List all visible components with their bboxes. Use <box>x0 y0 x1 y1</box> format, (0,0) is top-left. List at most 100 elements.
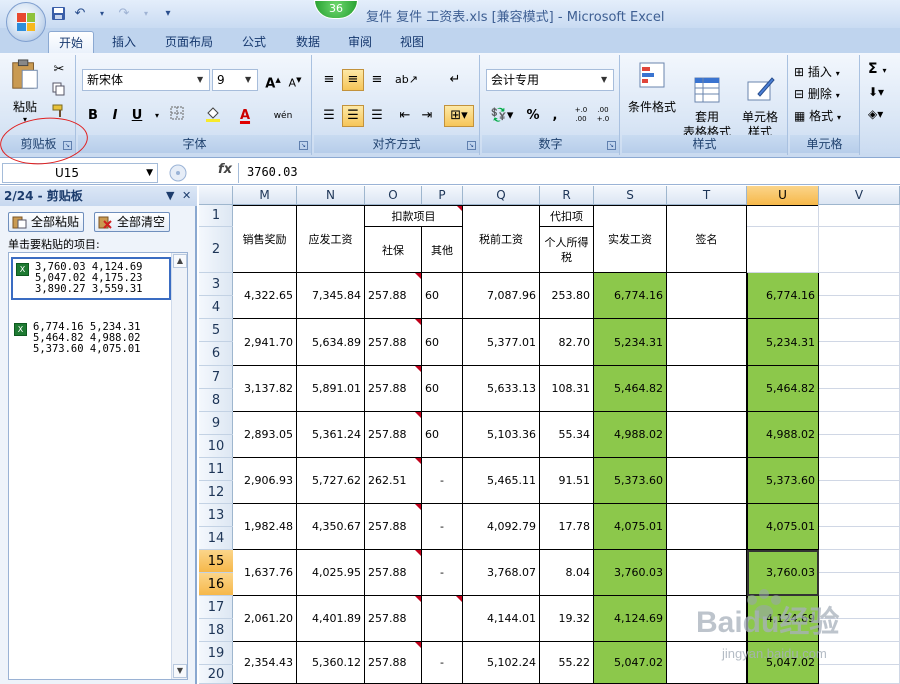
column-header-q[interactable]: Q <box>463 186 540 205</box>
comma-button[interactable]: , <box>544 105 566 127</box>
row-header-11[interactable]: 11 <box>199 458 233 481</box>
cell-pretax-pay[interactable]: 4,144.01 <box>463 596 540 642</box>
font-color-button[interactable]: A <box>234 105 256 127</box>
redo-icon[interactable]: ↷ <box>116 5 132 21</box>
clear-icon[interactable]: ◈▾ <box>868 107 883 121</box>
cell-pretax-pay[interactable]: 5,102.24 <box>463 642 540 684</box>
align-center-icon[interactable]: ☰ <box>342 105 364 127</box>
row-header-16[interactable]: 16 <box>199 573 233 596</box>
cell-pretax-pay[interactable]: 5,377.01 <box>463 319 540 366</box>
increase-indent-icon[interactable]: ⇥ <box>416 105 438 127</box>
row-header-17[interactable]: 17 <box>199 596 233 619</box>
cell-net-pay[interactable]: 4,988.02 <box>594 412 667 458</box>
cell-other[interactable]: 60 <box>422 319 463 366</box>
percent-button[interactable]: % <box>522 105 544 127</box>
grow-font-button[interactable]: A▲ <box>262 69 284 91</box>
row-header-20[interactable]: 20 <box>199 665 233 684</box>
header-social-security[interactable]: 社保 <box>365 227 422 273</box>
cell-signature[interactable] <box>667 642 747 684</box>
fill-color-icon[interactable] <box>202 105 224 127</box>
row-header-4[interactable]: 4 <box>199 296 233 319</box>
italic-button[interactable]: I <box>104 105 126 127</box>
cell-other[interactable]: 60 <box>422 273 463 319</box>
align-middle-icon[interactable]: ≡ <box>342 69 364 91</box>
increase-decimal-button[interactable]: +.0 .00 <box>570 105 592 127</box>
cell-pretax-pay[interactable]: 4,092.79 <box>463 504 540 550</box>
number-format-select[interactable]: 会计专用 ▼ <box>486 69 614 91</box>
cell-u-copy[interactable]: 5,047.02 <box>747 642 819 684</box>
shrink-font-button[interactable]: A▼ <box>284 69 306 91</box>
clipboard-item[interactable]: X 6,774.16 5,234.31 5,464.82 4,988.02 5,… <box>11 319 171 358</box>
cell-income-tax[interactable]: 55.34 <box>540 412 594 458</box>
row-header-12[interactable]: 12 <box>199 481 233 504</box>
undo-icon[interactable]: ↶ <box>72 5 88 21</box>
clipboard-item[interactable]: X 3,760.03 4,124.69 5,047.02 4,175.23 3,… <box>11 257 171 300</box>
row-header-3[interactable]: 3 <box>199 273 233 296</box>
column-header-t[interactable]: T <box>667 186 747 205</box>
cell-signature[interactable] <box>667 412 747 458</box>
wrap-text-icon[interactable]: ↵ <box>444 69 466 91</box>
scroll-down-icon[interactable]: ▼ <box>173 664 187 678</box>
copy-icon[interactable] <box>48 81 70 103</box>
cell-income-tax[interactable]: 17.78 <box>540 504 594 550</box>
tab-view[interactable]: 视图 <box>388 31 436 53</box>
cell-gross-pay[interactable]: 5,891.01 <box>297 366 365 412</box>
bold-button[interactable]: B <box>82 105 104 127</box>
header-gross-pay[interactable]: 应发工资 <box>297 205 365 273</box>
header-sales-bonus[interactable]: 销售奖励 <box>233 205 297 273</box>
cell-income-tax[interactable]: 108.31 <box>540 366 594 412</box>
cell-sales-bonus[interactable]: 2,906.93 <box>233 458 297 504</box>
font-launcher-icon[interactable]: ↘ <box>299 141 308 150</box>
underline-button[interactable]: U <box>126 105 148 127</box>
cell-social-security[interactable]: 257.88 <box>365 319 422 366</box>
cell-gross-pay[interactable]: 7,345.84 <box>297 273 365 319</box>
paste-all-button[interactable]: 全部粘贴 <box>8 212 85 232</box>
conditional-format-button[interactable]: 条件格式 <box>624 59 680 115</box>
align-bottom-icon[interactable]: ≡ <box>366 69 388 91</box>
cell-other[interactable]: - <box>422 504 463 550</box>
cell-u-copy[interactable]: 5,464.82 <box>747 366 819 412</box>
header-pretax-pay[interactable]: 税前工资 <box>463 205 540 273</box>
cell-u-copy[interactable]: 3,760.03 <box>747 550 819 596</box>
cell-gross-pay[interactable]: 5,360.12 <box>297 642 365 684</box>
row-header-9[interactable]: 9 <box>199 412 233 435</box>
cell-net-pay[interactable]: 3,760.03 <box>594 550 667 596</box>
row-header-18[interactable]: 18 <box>199 619 233 642</box>
cell-gross-pay[interactable]: 4,401.89 <box>297 596 365 642</box>
cell-social-security[interactable]: 257.88 <box>365 412 422 458</box>
close-icon[interactable]: ✕ <box>182 186 191 206</box>
column-header-o[interactable]: O <box>365 186 422 205</box>
column-header-u[interactable]: U <box>747 186 819 205</box>
cell-social-security[interactable]: 262.51 <box>365 458 422 504</box>
column-header-n[interactable]: N <box>297 186 365 205</box>
select-all-corner[interactable] <box>199 186 233 205</box>
clear-all-button[interactable]: 全部清空 <box>94 212 171 232</box>
cell-net-pay[interactable]: 6,774.16 <box>594 273 667 319</box>
header-signature[interactable]: 签名 <box>667 205 747 273</box>
cell-income-tax[interactable]: 253.80 <box>540 273 594 319</box>
cell-gross-pay[interactable]: 5,361.24 <box>297 412 365 458</box>
cell-signature[interactable] <box>667 319 747 366</box>
undo-dropdown-icon[interactable]: ▾ <box>94 5 110 21</box>
cell-sales-bonus[interactable]: 3,137.82 <box>233 366 297 412</box>
column-header-p[interactable]: P <box>422 186 463 205</box>
cell-social-security[interactable]: 257.88 <box>365 366 422 412</box>
column-header-s[interactable]: S <box>594 186 667 205</box>
cell-income-tax[interactable]: 55.22 <box>540 642 594 684</box>
fill-icon[interactable]: ⬇▾ <box>868 85 884 99</box>
cell-signature[interactable] <box>667 366 747 412</box>
insert-function-button[interactable]: fx <box>218 162 232 177</box>
cell-gross-pay[interactable]: 4,350.67 <box>297 504 365 550</box>
cell-net-pay[interactable]: 5,464.82 <box>594 366 667 412</box>
formula-input[interactable]: 3760.03 <box>238 163 898 183</box>
align-top-icon[interactable]: ≡ <box>318 69 340 91</box>
cell-other[interactable]: - <box>422 642 463 684</box>
cell-pretax-pay[interactable]: 7,087.96 <box>463 273 540 319</box>
cell-pretax-pay[interactable]: 5,103.36 <box>463 412 540 458</box>
office-button[interactable] <box>6 2 46 42</box>
cell-net-pay[interactable]: 5,047.02 <box>594 642 667 684</box>
pane-options-icon[interactable]: ▼ <box>166 186 174 206</box>
alignment-launcher-icon[interactable]: ↘ <box>467 141 476 150</box>
borders-icon[interactable] <box>166 105 188 127</box>
cell-other[interactable] <box>422 596 463 642</box>
